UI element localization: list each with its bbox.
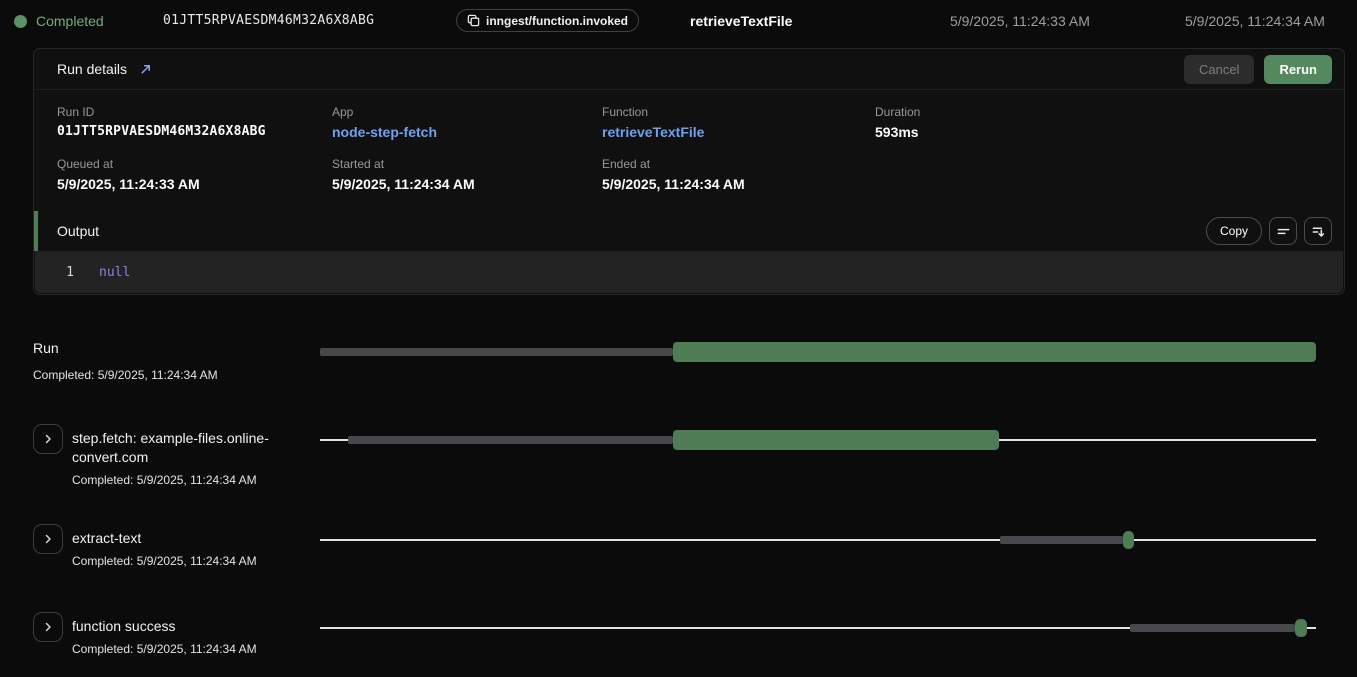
chevron-right-icon [42,433,54,445]
external-link-icon[interactable] [139,63,152,76]
run-timeline-bar [320,342,1316,362]
step-completed-timestamp: Completed: 5/9/2025, 11:24:34 AM [72,554,290,568]
topbar-ended-timestamp: 5/9/2025, 11:24:34 AM [1185,13,1325,29]
ended-at-value: 5/9/2025, 11:24:34 AM [602,176,875,192]
chevron-right-icon [42,533,54,545]
expand-step-button[interactable] [33,524,63,554]
field-label: Started at [332,157,602,171]
status-dot-icon [14,15,27,28]
field-started-at: Started at 5/9/2025, 11:24:34 AM [332,157,602,192]
field-queued-at: Queued at 5/9/2025, 11:24:33 AM [57,157,332,192]
step-timeline-bar [320,530,1316,550]
function-link[interactable]: retrieveTextFile [602,124,875,140]
field-ended-at: Ended at 5/9/2025, 11:24:34 AM [602,157,875,192]
field-app: App node-step-fetch [332,105,602,140]
run-details-fields: Run ID 01JTT5RPVAESDM46M32A6X8ABG App no… [34,90,1344,192]
field-label: Ended at [602,157,875,171]
chevron-right-icon [42,621,54,633]
topbar-run-id: 01JTT5RPVAESDM46M32A6X8ABG [163,13,374,28]
topbar-function-name: retrieveTextFile [690,13,792,29]
copy-output-button[interactable]: Copy [1206,217,1262,245]
run-status-bar: Completed 01JTT5RPVAESDM46M32A6X8ABG inn… [0,0,1357,42]
expand-step-button[interactable] [33,612,63,642]
step-label: step.fetch: example-files.online-convert… [72,429,290,467]
output-title: Output [57,223,99,239]
run-details-title: Run details [57,61,127,77]
step-timeline-bar [320,430,1316,450]
field-function: Function retrieveTextFile [602,105,875,140]
step-label: extract-text [72,529,290,548]
step-completed-timestamp: Completed: 5/9/2025, 11:24:34 AM [72,642,290,656]
timeline-row-step-fetch: step.fetch: example-files.online-convert… [0,424,1357,498]
field-label: Queued at [57,157,332,171]
event-name-badge[interactable]: inngest/function.invoked [456,9,639,32]
output-section-header: Output Copy [34,211,1344,251]
timeline-row-run: Run Completed: 5/9/2025, 11:24:34 AM [0,330,1357,390]
field-duration: Duration 593ms [875,105,1321,140]
run-id-value: 01JTT5RPVAESDM46M32A6X8ABG [57,124,332,139]
step-label: function success [72,617,290,636]
wrap-text-icon [1276,224,1291,239]
started-at-value: 5/9/2025, 11:24:34 AM [332,176,602,192]
field-label: App [332,105,602,119]
topbar-queued-timestamp: 5/9/2025, 11:24:33 AM [950,13,1090,29]
field-label: Function [602,105,875,119]
scroll-to-bottom-icon [1311,224,1326,239]
wrap-text-button[interactable] [1269,217,1297,245]
step-timeline-bar [320,618,1316,638]
step-completed-timestamp: Completed: 5/9/2025, 11:24:34 AM [72,473,290,487]
output-code-viewer[interactable]: 1 null [35,251,1343,293]
copy-icon [467,14,480,27]
cancel-button[interactable]: Cancel [1184,55,1254,84]
queued-at-value: 5/9/2025, 11:24:33 AM [57,176,332,192]
run-details-card: Run details Cancel Rerun Run ID 01JTT5RP… [33,48,1345,295]
code-line-number: 1 [62,265,74,280]
rerun-button[interactable]: Rerun [1264,55,1332,84]
field-label: Run ID [57,105,332,119]
field-run-id: Run ID 01JTT5RPVAESDM46M32A6X8ABG [57,105,332,140]
timeline-row-extract-text: extract-text Completed: 5/9/2025, 11:24:… [0,524,1357,584]
timeline-row-function-success: function success Completed: 5/9/2025, 11… [0,612,1357,672]
code-output-value: null [99,265,130,280]
app-link[interactable]: node-step-fetch [332,124,602,140]
run-completed-timestamp: Completed: 5/9/2025, 11:24:34 AM [33,368,218,382]
expand-step-button[interactable] [33,424,63,454]
run-details-header: Run details Cancel Rerun [34,49,1344,90]
status-label: Completed [36,13,104,29]
duration-value: 593ms [875,124,1321,140]
run-timeline-label: Run [33,340,59,356]
field-label: Duration [875,105,1321,119]
scroll-to-bottom-button[interactable] [1304,217,1332,245]
event-badge-label: inngest/function.invoked [486,14,628,28]
